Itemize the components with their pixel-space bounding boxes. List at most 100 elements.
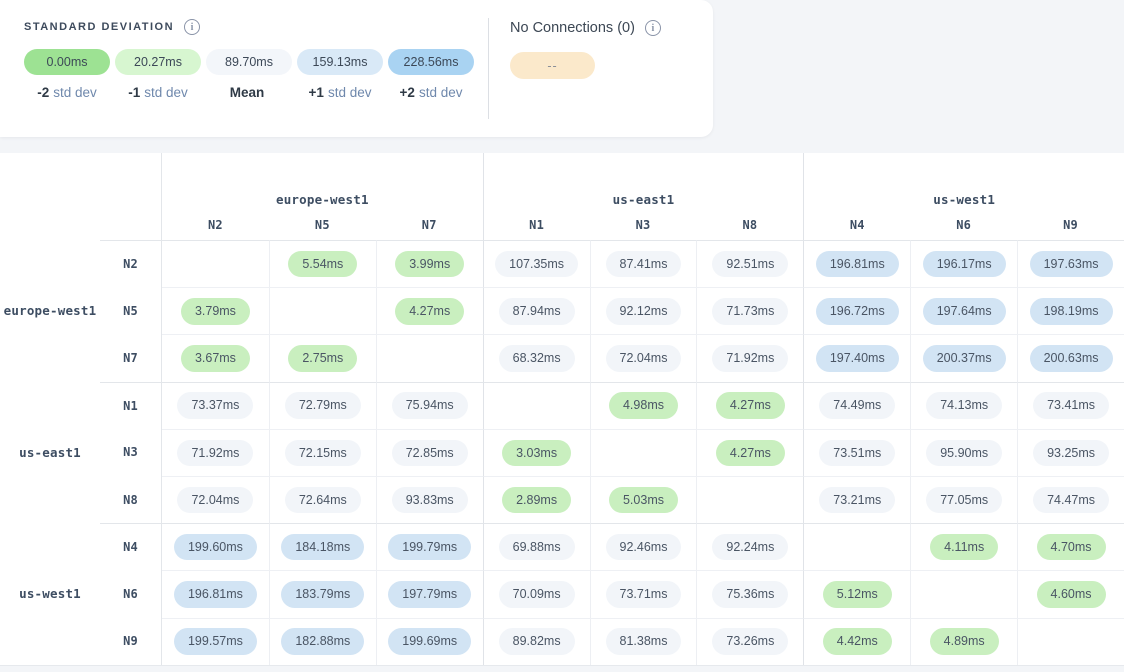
latency-cell: 4.27ms [376,287,483,334]
latency-pill[interactable]: 4.42ms [823,628,892,655]
info-icon[interactable]: i [184,19,200,35]
latency-cell: 74.49ms [803,382,910,429]
latency-pill[interactable]: 4.98ms [609,392,678,419]
latency-pill[interactable]: 89.82ms [499,628,575,655]
latency-pill[interactable]: 196.81ms [174,581,257,608]
latency-pill[interactable]: 196.72ms [816,298,899,325]
latency-pill[interactable]: 199.79ms [388,534,471,561]
latency-pill[interactable]: 70.09ms [499,581,575,608]
latency-cell: 199.69ms [376,618,483,665]
latency-pill[interactable]: 73.41ms [1033,392,1109,419]
latency-pill[interactable]: 4.11ms [930,534,998,561]
latency-pill[interactable]: 3.79ms [181,298,250,325]
latency-pill[interactable]: 4.27ms [716,440,785,467]
latency-pill[interactable]: 95.90ms [926,440,1002,467]
latency-pill[interactable]: 73.37ms [177,392,253,419]
latency-pill[interactable]: 73.21ms [819,487,895,514]
latency-pill[interactable]: 73.71ms [606,581,682,608]
node-row-label: N8 [100,476,162,523]
latency-pill[interactable]: 93.83ms [392,487,468,514]
latency-pill[interactable]: 77.05ms [926,487,1002,514]
latency-pill[interactable]: 197.79ms [388,581,471,608]
latency-cell: 4.11ms [910,523,1017,570]
latency-pill[interactable]: 107.35ms [495,251,578,278]
latency-pill[interactable]: 197.63ms [1030,251,1113,278]
latency-pill[interactable]: 92.24ms [712,534,788,561]
legend-stop-pill: 159.13ms [297,49,383,75]
latency-cell: 200.37ms [910,334,1017,381]
latency-pill[interactable]: 3.67ms [181,345,250,372]
latency-cell: 3.67ms [162,334,269,381]
latency-pill[interactable]: 72.04ms [177,487,253,514]
region-row-label: us-west1 [0,523,100,665]
latency-pill[interactable]: 75.94ms [392,392,468,419]
latency-pill[interactable]: 4.27ms [395,298,464,325]
latency-cell: 89.82ms [483,618,590,665]
latency-pill[interactable]: 87.41ms [606,251,682,278]
latency-pill[interactable]: 3.99ms [395,251,464,278]
latency-cell: 184.18ms [269,523,376,570]
latency-pill[interactable]: 72.15ms [285,440,361,467]
legend-stop-label: Mean [206,85,292,100]
latency-pill[interactable]: 72.79ms [285,392,361,419]
latency-pill[interactable]: 198.19ms [1030,298,1113,325]
latency-pill[interactable]: 74.49ms [819,392,895,419]
latency-pill[interactable]: 5.54ms [288,251,357,278]
latency-cell: 93.25ms [1017,429,1124,476]
latency-pill[interactable]: 71.92ms [177,440,253,467]
no-connections-title: No Connections (0) [510,20,635,36]
latency-pill[interactable]: 3.03ms [502,440,571,467]
latency-pill[interactable]: 183.79ms [281,581,364,608]
latency-pill[interactable]: 87.94ms [499,298,575,325]
latency-pill[interactable]: 73.26ms [712,628,788,655]
latency-pill[interactable]: 72.04ms [606,345,682,372]
latency-pill[interactable]: 5.03ms [609,487,678,514]
latency-cell: 197.64ms [910,287,1017,334]
region-row-label: europe-west1 [0,240,100,382]
latency-pill[interactable]: 197.40ms [816,345,899,372]
latency-pill[interactable]: 81.38ms [606,628,682,655]
latency-pill[interactable]: 5.12ms [823,581,892,608]
latency-pill[interactable]: 2.75ms [288,345,357,372]
latency-pill[interactable]: 200.37ms [923,345,1006,372]
latency-pill[interactable]: 4.27ms [716,392,785,419]
latency-pill[interactable]: 200.63ms [1030,345,1113,372]
self-cell [590,429,697,476]
latency-pill[interactable]: 199.60ms [174,534,257,561]
latency-cell: 93.83ms [376,476,483,523]
latency-pill[interactable]: 196.81ms [816,251,899,278]
latency-pill[interactable]: 71.92ms [712,345,788,372]
latency-pill[interactable]: 92.51ms [712,251,788,278]
latency-cell: 183.79ms [269,570,376,617]
latency-cell: 73.71ms [590,570,697,617]
latency-pill[interactable]: 2.89ms [502,487,571,514]
latency-pill[interactable]: 74.47ms [1033,487,1109,514]
info-icon[interactable]: i [645,20,661,36]
legend-stop-label: -1std dev [115,85,201,100]
latency-pill[interactable]: 4.89ms [930,628,999,655]
latency-pill[interactable]: 184.18ms [281,534,364,561]
latency-pill[interactable]: 74.13ms [926,392,1002,419]
latency-pill[interactable]: 199.57ms [174,628,257,655]
latency-pill[interactable]: 75.36ms [712,581,788,608]
latency-pill[interactable]: 93.25ms [1033,440,1109,467]
self-cell [803,523,910,570]
latency-pill[interactable]: 4.60ms [1037,581,1106,608]
latency-pill[interactable]: 197.64ms [923,298,1006,325]
latency-pill[interactable]: 92.12ms [606,298,682,325]
latency-pill[interactable]: 72.64ms [285,487,361,514]
latency-cell: 5.54ms [269,240,376,287]
latency-pill[interactable]: 69.88ms [499,534,575,561]
latency-pill[interactable]: 199.69ms [388,628,471,655]
latency-pill[interactable]: 72.85ms [392,440,468,467]
latency-pill[interactable]: 182.88ms [281,628,364,655]
latency-pill[interactable]: 71.73ms [712,298,788,325]
self-cell [483,382,590,429]
latency-pill[interactable]: 4.70ms [1037,534,1106,561]
latency-pill[interactable]: 92.46ms [606,534,682,561]
node-column-header: N6 [910,210,1017,240]
latency-pill[interactable]: 68.32ms [499,345,575,372]
latency-pill[interactable]: 73.51ms [819,440,895,467]
latency-cell: 199.60ms [162,523,269,570]
latency-pill[interactable]: 196.17ms [923,251,1006,278]
